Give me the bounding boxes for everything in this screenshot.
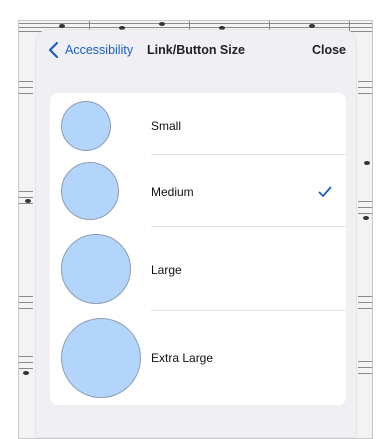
close-button[interactable]: Close <box>312 43 346 57</box>
checkmark-icon <box>318 186 332 197</box>
size-option-extra-large[interactable]: Extra Large <box>50 311 346 405</box>
size-option-medium[interactable]: Medium <box>50 155 346 227</box>
size-preview-circle <box>61 162 119 220</box>
navigation-bar: Accessibility Link/Button Size Close <box>36 30 356 74</box>
size-option-small[interactable]: Small <box>50 93 346 155</box>
size-preview-circle <box>61 234 131 304</box>
page-title: Link/Button Size <box>147 43 245 57</box>
size-preview-circle <box>61 101 111 151</box>
size-option-label: Extra Large <box>151 351 214 365</box>
size-options-list: Small Medium Large Extra Large <box>50 93 346 405</box>
size-option-label: Medium <box>151 185 194 199</box>
size-preview-circle <box>61 318 141 398</box>
size-option-label: Large <box>151 263 182 277</box>
size-option-large[interactable]: Large <box>50 227 346 311</box>
link-button-size-sheet: Accessibility Link/Button Size Close Sma… <box>36 30 356 437</box>
size-option-label: Small <box>151 119 182 133</box>
